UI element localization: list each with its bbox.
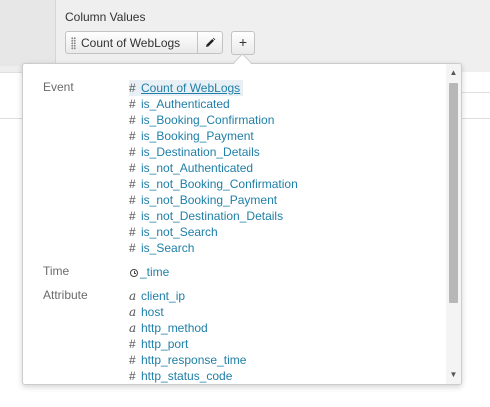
string-type-icon: a	[129, 305, 137, 319]
number-type-icon: #	[129, 113, 136, 127]
drag-handle-icon[interactable]	[71, 37, 76, 50]
field-option-label: Count of WebLogs	[141, 81, 241, 95]
field-option-is-not-booking-confirmation[interactable]: # is_not_Booking_Confirmation	[129, 176, 298, 192]
field-option-is-authenticated[interactable]: # is_Authenticated	[129, 96, 230, 112]
field-option-label: client_ip	[141, 289, 186, 303]
field-option-label: http_status_code	[141, 369, 233, 383]
field-option-is-destination-details[interactable]: # is_Destination_Details	[129, 144, 260, 160]
field-option-is-booking-payment[interactable]: # is_Booking_Payment	[129, 128, 254, 144]
field-option-label: is_Authenticated	[141, 97, 230, 111]
field-option-label: is_Search	[141, 241, 195, 255]
field-option-count-of-weblogs[interactable]: # Count of WebLogs	[129, 80, 244, 96]
number-type-icon: #	[129, 145, 136, 159]
scroll-up-arrow-icon[interactable]: ▲	[446, 66, 461, 80]
number-type-icon: #	[129, 209, 136, 223]
number-type-icon: #	[129, 337, 136, 351]
field-option-label: is_Destination_Details	[141, 145, 260, 159]
field-option-label: is_not_Authenticated	[141, 161, 254, 175]
field-option-label: http_port	[141, 337, 189, 351]
number-type-icon: #	[129, 369, 136, 383]
field-option-http-port[interactable]: # http_port	[129, 336, 188, 352]
field-option-label: is_not_Booking_Confirmation	[141, 177, 298, 191]
clock-icon	[130, 269, 138, 277]
field-option-client-ip[interactable]: a client_ip	[129, 288, 185, 304]
column-value-field-label: Count of WebLogs	[81, 36, 181, 50]
field-option-label: http_method	[141, 321, 208, 335]
pencil-icon	[206, 37, 216, 47]
field-option-is-search[interactable]: # is_Search	[129, 240, 194, 256]
field-option-http-status-code[interactable]: # http_status_code	[129, 368, 232, 384]
field-option-is-booking-confirmation[interactable]: # is_Booking_Confirmation	[129, 112, 274, 128]
field-picker-popover: ▲ ▼ Event # Count of WebLogs # is_Authentica…	[22, 63, 462, 385]
field-option-label: is_not_Booking_Payment	[141, 193, 278, 207]
number-type-icon: #	[129, 241, 136, 255]
string-type-icon: a	[129, 321, 137, 335]
number-type-icon: #	[129, 353, 136, 367]
field-option-is-not-destination-details[interactable]: # is_not_Destination_Details	[129, 208, 283, 224]
field-option-label: host	[141, 305, 164, 319]
field-option-label: _time	[140, 265, 170, 279]
string-type-icon: a	[129, 289, 137, 303]
field-option-is-not-booking-payment[interactable]: # is_not_Booking_Payment	[129, 192, 277, 208]
field-group-label: Event	[43, 80, 74, 94]
number-type-icon: #	[129, 129, 136, 143]
field-group-label: Attribute	[43, 288, 88, 302]
popover-scrollbar[interactable]: ▲ ▼	[446, 64, 461, 384]
field-option-label: is_Booking_Payment	[141, 129, 254, 143]
column-values-title: Column Values	[65, 10, 146, 24]
left-panel-strip	[0, 0, 56, 66]
field-option-label: is_Booking_Confirmation	[141, 113, 275, 127]
add-column-value-button[interactable]: +	[231, 31, 255, 55]
field-option-label: http_response_time	[141, 353, 247, 367]
number-type-icon: #	[129, 193, 136, 207]
field-option-is-not-search[interactable]: # is_not_Search	[129, 224, 218, 240]
number-type-icon: #	[129, 225, 136, 239]
field-option-http-response-time[interactable]: # http_response_time	[129, 352, 246, 368]
field-option-is-not-authenticated[interactable]: # is_not_Authenticated	[129, 160, 253, 176]
field-option-time[interactable]: _time	[129, 264, 169, 280]
scrollbar-thumb[interactable]	[449, 83, 458, 303]
column-value-field-pill[interactable]: Count of WebLogs	[65, 31, 223, 54]
number-type-icon: #	[129, 161, 136, 175]
field-group-label: Time	[43, 264, 70, 278]
field-option-http-method[interactable]: a http_method	[129, 320, 208, 336]
field-option-host[interactable]: a host	[129, 304, 164, 320]
scroll-down-arrow-icon[interactable]: ▼	[446, 368, 461, 382]
number-type-icon: #	[129, 97, 136, 111]
number-type-icon: #	[129, 81, 136, 95]
number-type-icon: #	[129, 177, 136, 191]
edit-field-button[interactable]	[197, 32, 222, 53]
field-option-label: is_not_Destination_Details	[141, 209, 284, 223]
field-option-label: is_not_Search	[141, 225, 218, 239]
